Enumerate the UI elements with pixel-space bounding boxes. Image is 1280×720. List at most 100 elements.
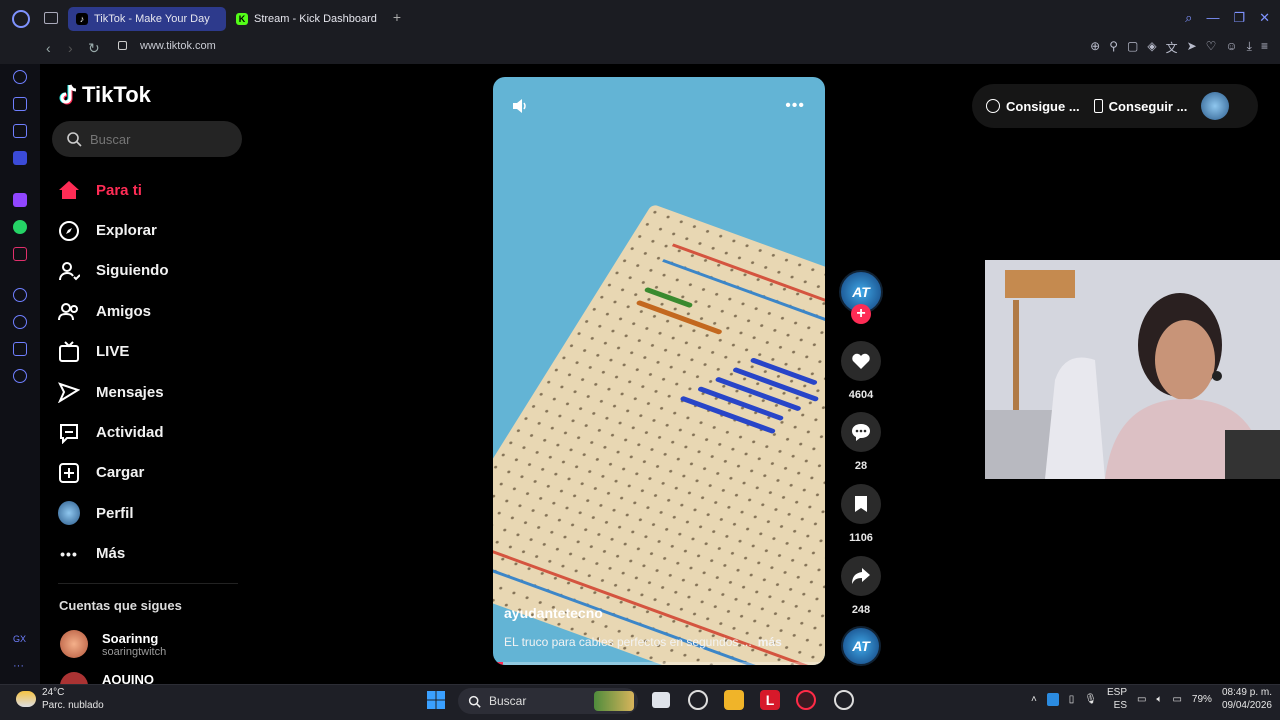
player-icon[interactable] [13,288,27,302]
usb-icon[interactable]: ▯ [1069,694,1075,705]
battery-icon[interactable]: ▭ [1172,694,1181,705]
sidebar-more-icon[interactable]: ··· [13,660,27,674]
temperature: 24°C [42,687,65,698]
windows-start-icon[interactable] [426,690,446,710]
nav-actividad[interactable]: Actividad [58,412,248,452]
search-tabs-icon[interactable]: ⌕ [1185,10,1192,26]
reload-icon[interactable]: ↻ [88,40,100,57]
get-app-button[interactable]: Conseguir ... [1093,99,1187,114]
send-icon[interactable]: ➤ [1187,39,1197,56]
app-l-icon[interactable]: L [760,690,780,710]
translate-icon[interactable]: 文 [1166,39,1178,56]
heart-icon [841,341,881,381]
user-avatar[interactable] [1201,92,1230,120]
language-indicator[interactable]: ESP ES [1107,686,1127,712]
progress-fill [493,662,503,665]
settings-icon[interactable] [13,369,27,383]
new-tab-icon[interactable]: + [390,10,404,24]
restore-icon[interactable]: ❐ [1233,10,1245,26]
chevron-up-icon[interactable]: ˄ [1031,694,1037,705]
nav-label: Mensajes [96,383,164,401]
search-input[interactable] [90,131,230,147]
back-icon[interactable]: ‹ [46,40,51,56]
save-button[interactable]: 1106 [839,484,883,544]
phone-icon [1093,99,1103,113]
mic-icon[interactable]: 🎙︎ [1084,694,1097,705]
opera-gx-icon[interactable] [796,690,816,710]
follow-plus-icon[interactable]: + [851,304,871,324]
search-icon [468,695,481,708]
task-view-icon[interactable] [652,692,670,708]
extensions-icon[interactable] [13,342,27,356]
ai-icon[interactable] [13,97,27,111]
nav-perfil[interactable]: Perfil [58,493,248,533]
video-player[interactable]: ••• ayudantetecno EL truco para cables p… [493,77,825,665]
history-icon[interactable] [13,315,27,329]
tiktok-logo[interactable]: TikTok [58,82,151,108]
gx-icon[interactable]: GX [13,634,27,648]
search-box[interactable] [52,121,242,157]
tiktok-nav: Para ti Explorar Siguiendo Amigos LIVE M… [58,170,248,574]
volume-icon[interactable]: 🔈︎ [1156,694,1162,705]
comment-count: 28 [854,460,868,472]
caption-more-link[interactable]: más [758,635,782,649]
defender-icon[interactable] [1046,692,1059,706]
sound-avatar-button[interactable]: AT [839,626,883,666]
app-notification-icon[interactable] [834,690,854,710]
mute-icon[interactable] [511,97,529,115]
nav-cargar[interactable]: Cargar [58,453,248,493]
tab-tiktok[interactable]: ♪ TikTok - Make Your Day [68,7,226,31]
lock-icon[interactable] [118,41,127,50]
download-icon[interactable]: ⤓ [1247,39,1252,56]
nav-explorar[interactable]: Explorar [58,210,248,250]
menu-icon[interactable]: ≡ [1261,39,1268,56]
following-account[interactable]: AQUINO [60,672,154,684]
nav-amigos[interactable]: Amigos [58,291,248,331]
following-account[interactable]: Soarinng soaringtwitch [60,630,166,658]
bookmark-icon [841,484,881,524]
messenger-icon[interactable] [13,151,27,165]
snapshot-icon[interactable]: ▢ [1127,39,1138,56]
clock[interactable]: 08:49 p. m. 09/04/2026 [1222,686,1272,712]
workspace-icon[interactable] [13,124,27,138]
caption-text: EL truco para cables perfectos en segund… [504,635,752,649]
weather-widget[interactable]: 24°C Parc. nublado [16,686,104,712]
video-more-icon[interactable]: ••• [785,97,805,115]
like-button[interactable]: 4604 [839,341,883,401]
nav-para-ti[interactable]: Para ti [58,170,248,210]
file-explorer-icon[interactable] [724,690,744,710]
video-progress[interactable] [493,662,825,665]
taskbar-search[interactable]: Buscar [458,688,638,714]
whatsapp-icon[interactable] [13,220,27,234]
video-username[interactable]: ayudantetecno [504,605,603,621]
forward-icon[interactable]: › [68,40,73,56]
tab-bar: ♪ TikTok - Make Your Day K Stream - Kick… [0,0,1280,36]
adblock-icon[interactable]: ◈ [1147,39,1156,56]
close-icon[interactable]: ✕ [1259,10,1270,26]
account-icon[interactable]: ☺ [1225,39,1237,56]
nav-live[interactable]: LIVE [58,332,248,372]
creator-avatar-button[interactable]: AT + [839,270,883,324]
comment-button[interactable]: 28 [839,412,883,472]
heart-icon[interactable]: ♡ [1206,39,1217,56]
instagram-icon[interactable] [13,247,27,261]
nav-siguiendo[interactable]: Siguiendo [58,251,248,291]
get-coins-button[interactable]: Consigue ... [986,99,1080,114]
tab-menu-icon[interactable] [44,12,58,24]
share-button[interactable]: 248 [839,556,883,616]
pin-icon[interactable]: ⚲ [1109,39,1118,56]
opera-logo-icon[interactable] [12,10,30,28]
date: 09/04/2026 [1221,700,1272,711]
zoom-icon[interactable]: ⊕ [1090,39,1100,56]
nav-mas[interactable]: ••• Más [58,534,248,574]
tab-kick[interactable]: K Stream - Kick Dashboard [228,7,388,31]
home-icon [58,179,80,201]
nav-label: Para ti [96,181,142,199]
twitch-icon[interactable] [13,193,27,207]
speed-dial-icon[interactable] [13,70,27,84]
address-bar[interactable]: www.tiktok.com [140,40,216,52]
network-icon[interactable]: ▭ [1137,694,1146,705]
chrome-like-icon[interactable] [688,690,708,710]
minimize-icon[interactable]: — [1206,10,1219,26]
nav-mensajes[interactable]: Mensajes [58,372,248,412]
